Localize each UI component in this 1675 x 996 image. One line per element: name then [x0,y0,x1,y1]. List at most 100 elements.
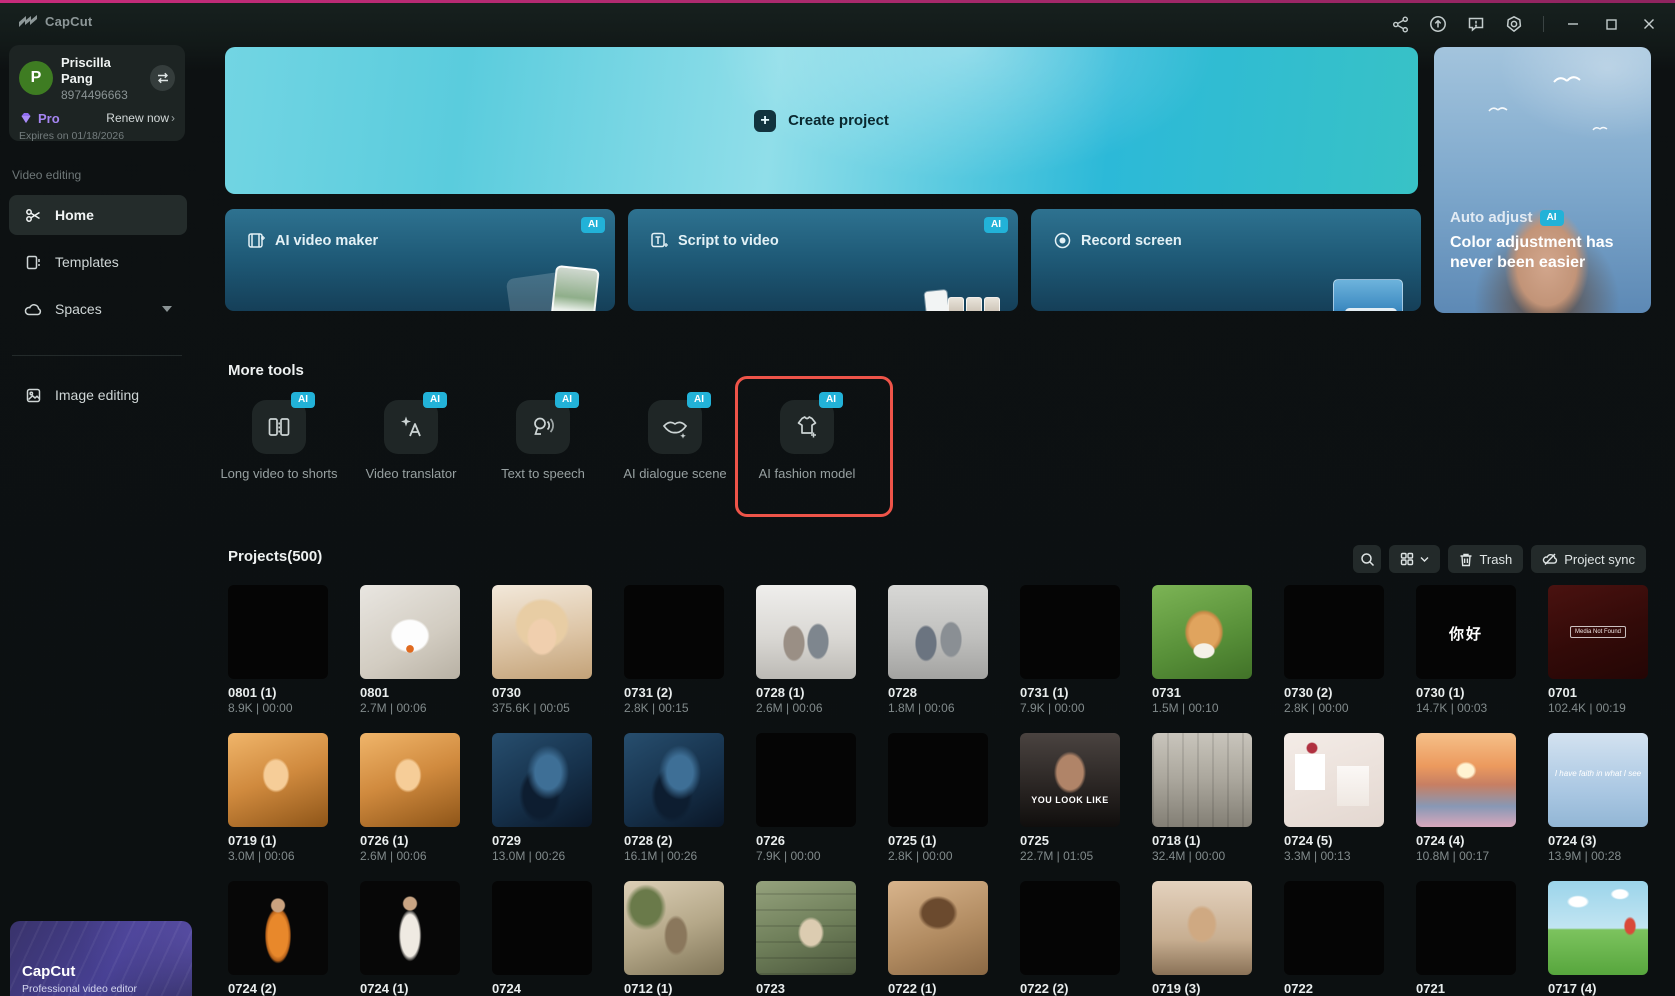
project-thumbnail[interactable] [756,733,856,827]
close-button[interactable] [1637,12,1661,36]
project-card[interactable]: 你好 0730 (1) 14.7K | 00:03 [1416,585,1516,715]
project-thumbnail[interactable] [360,585,460,679]
project-card[interactable]: 0801 (1) 8.9K | 00:00 [228,585,328,715]
project-thumbnail[interactable] [1284,733,1384,827]
project-card[interactable]: 0728 1.8M | 00:06 [888,585,988,715]
card-script-to-video[interactable]: Script to video AI [628,209,1018,311]
view-mode-dropdown[interactable] [1389,545,1440,573]
sidebar-item-image-editing[interactable]: Image editing [9,375,187,415]
project-thumbnail[interactable] [1020,881,1120,975]
project-card[interactable]: 0725 (1) 2.8K | 00:00 [888,733,988,863]
project-thumbnail[interactable] [492,585,592,679]
project-card[interactable]: 0724 (1) [360,881,460,996]
card-title: Record screen [1081,233,1182,249]
chevron-down-icon[interactable] [162,306,172,312]
project-thumbnail[interactable] [360,881,460,975]
project-thumbnail[interactable] [1548,881,1648,975]
project-thumbnail[interactable]: 你好 [1416,585,1516,679]
project-card[interactable]: 0724 (4) 10.8M | 00:17 [1416,733,1516,863]
project-thumbnail[interactable]: YOU LOOK LIKE [1020,733,1120,827]
project-card[interactable]: 0719 (3) [1152,881,1252,996]
project-thumbnail[interactable] [1416,881,1516,975]
tool-video-translator[interactable]: AI Video translator [345,400,477,483]
project-card[interactable]: I have faith in what I see 0724 (3) 13.9… [1548,733,1648,863]
sidebar-item-templates[interactable]: Templates [9,242,187,282]
project-sync-button[interactable]: Project sync [1531,545,1646,573]
card-thumbnail [926,265,1000,311]
share-icon[interactable] [1388,12,1412,36]
project-card[interactable]: 0724 (2) [228,881,328,996]
project-thumbnail[interactable] [1416,733,1516,827]
project-card[interactable]: 0721 [1416,881,1516,996]
sidebar-item-spaces[interactable]: Spaces [9,289,187,329]
trash-button[interactable]: Trash [1448,545,1523,573]
profile-card[interactable]: P Priscilla Pang 8974496663 [9,45,185,141]
renew-now-link[interactable]: Renew now› [106,111,175,125]
project-card[interactable]: 0801 2.7M | 00:06 [360,585,460,715]
project-card[interactable]: 0726 (1) 2.6M | 00:06 [360,733,460,863]
project-thumbnail[interactable] [888,585,988,679]
minimize-button[interactable] [1561,12,1585,36]
project-thumbnail[interactable] [492,733,592,827]
project-card[interactable]: 0728 (1) 2.6M | 00:06 [756,585,856,715]
capcut-promo-banner[interactable]: CapCut Professional video editor [10,921,192,996]
project-thumbnail[interactable] [624,585,724,679]
project-card[interactable]: 0729 13.0M | 00:26 [492,733,592,863]
project-card[interactable]: 0718 (1) 32.4M | 00:00 [1152,733,1252,863]
project-card[interactable]: 0731 1.5M | 00:10 [1152,585,1252,715]
project-thumbnail[interactable]: Media Not Found [1548,585,1648,679]
switch-account-icon[interactable] [150,65,175,91]
project-card[interactable]: 0717 (4) [1548,881,1648,996]
project-thumbnail[interactable] [888,733,988,827]
project-card[interactable]: 0730 375.6K | 00:05 [492,585,592,715]
project-thumbnail[interactable] [228,585,328,679]
project-card[interactable]: 0712 (1) [624,881,724,996]
project-card[interactable]: 0724 [492,881,592,996]
project-thumbnail[interactable] [492,881,592,975]
maximize-button[interactable] [1599,12,1623,36]
project-card[interactable]: 0730 (2) 2.8K | 00:00 [1284,585,1384,715]
project-card[interactable]: 0722 [1284,881,1384,996]
project-card[interactable]: 0722 (1) [888,881,988,996]
project-thumbnail[interactable] [1152,585,1252,679]
project-card[interactable]: Media Not Found 0701 102.4K | 00:19 [1548,585,1648,715]
project-thumbnail[interactable] [228,881,328,975]
project-thumbnail[interactable]: I have faith in what I see [1548,733,1648,827]
tool-ai-dialogue-scene[interactable]: AI AI dialogue scene [609,400,741,483]
project-thumbnail[interactable] [360,733,460,827]
project-card[interactable]: 0731 (1) 7.9K | 00:00 [1020,585,1120,715]
project-card[interactable]: 0724 (5) 3.3M | 00:13 [1284,733,1384,863]
project-card[interactable]: 0726 7.9K | 00:00 [756,733,856,863]
project-card[interactable]: YOU LOOK LIKE 0725 22.7M | 01:05 [1020,733,1120,863]
promo-panel-auto-adjust[interactable]: Auto adjust AI Color adjustment has neve… [1434,47,1651,313]
project-card[interactable]: 0719 (1) 3.0M | 00:06 [228,733,328,863]
project-thumbnail[interactable] [756,585,856,679]
project-thumbnail[interactable] [1284,585,1384,679]
card-record-screen[interactable]: Record screen [1031,209,1421,311]
card-ai-video-maker[interactable]: AI video maker AI [225,209,615,311]
avatar[interactable]: P [19,61,53,95]
search-icon[interactable] [1353,545,1381,573]
tool-text-to-speech[interactable]: AI Text to speech [477,400,609,483]
tool-label: Text to speech [501,466,585,483]
project-thumbnail[interactable] [888,881,988,975]
project-card[interactable]: 0728 (2) 16.1M | 00:26 [624,733,724,863]
create-project-button[interactable]: + Create project [225,47,1418,194]
sidebar-item-home[interactable]: Home [9,195,187,235]
project-thumbnail[interactable] [1020,585,1120,679]
project-thumbnail[interactable] [228,733,328,827]
tool-long-video-to-shorts[interactable]: AI Long video to shorts [213,400,345,483]
project-thumbnail[interactable] [1152,733,1252,827]
updates-icon[interactable] [1426,12,1450,36]
project-thumbnail[interactable] [624,733,724,827]
project-thumbnail[interactable] [1152,881,1252,975]
settings-gear-icon[interactable] [1502,12,1526,36]
project-thumbnail[interactable] [624,881,724,975]
project-card[interactable]: 0731 (2) 2.8K | 00:15 [624,585,724,715]
tool-ai-fashion-model[interactable]: AI AI fashion model [741,400,873,483]
project-thumbnail[interactable] [1284,881,1384,975]
project-card[interactable]: 0722 (2) [1020,881,1120,996]
project-thumbnail[interactable] [756,881,856,975]
feedback-icon[interactable] [1464,12,1488,36]
project-card[interactable]: 0723 [756,881,856,996]
